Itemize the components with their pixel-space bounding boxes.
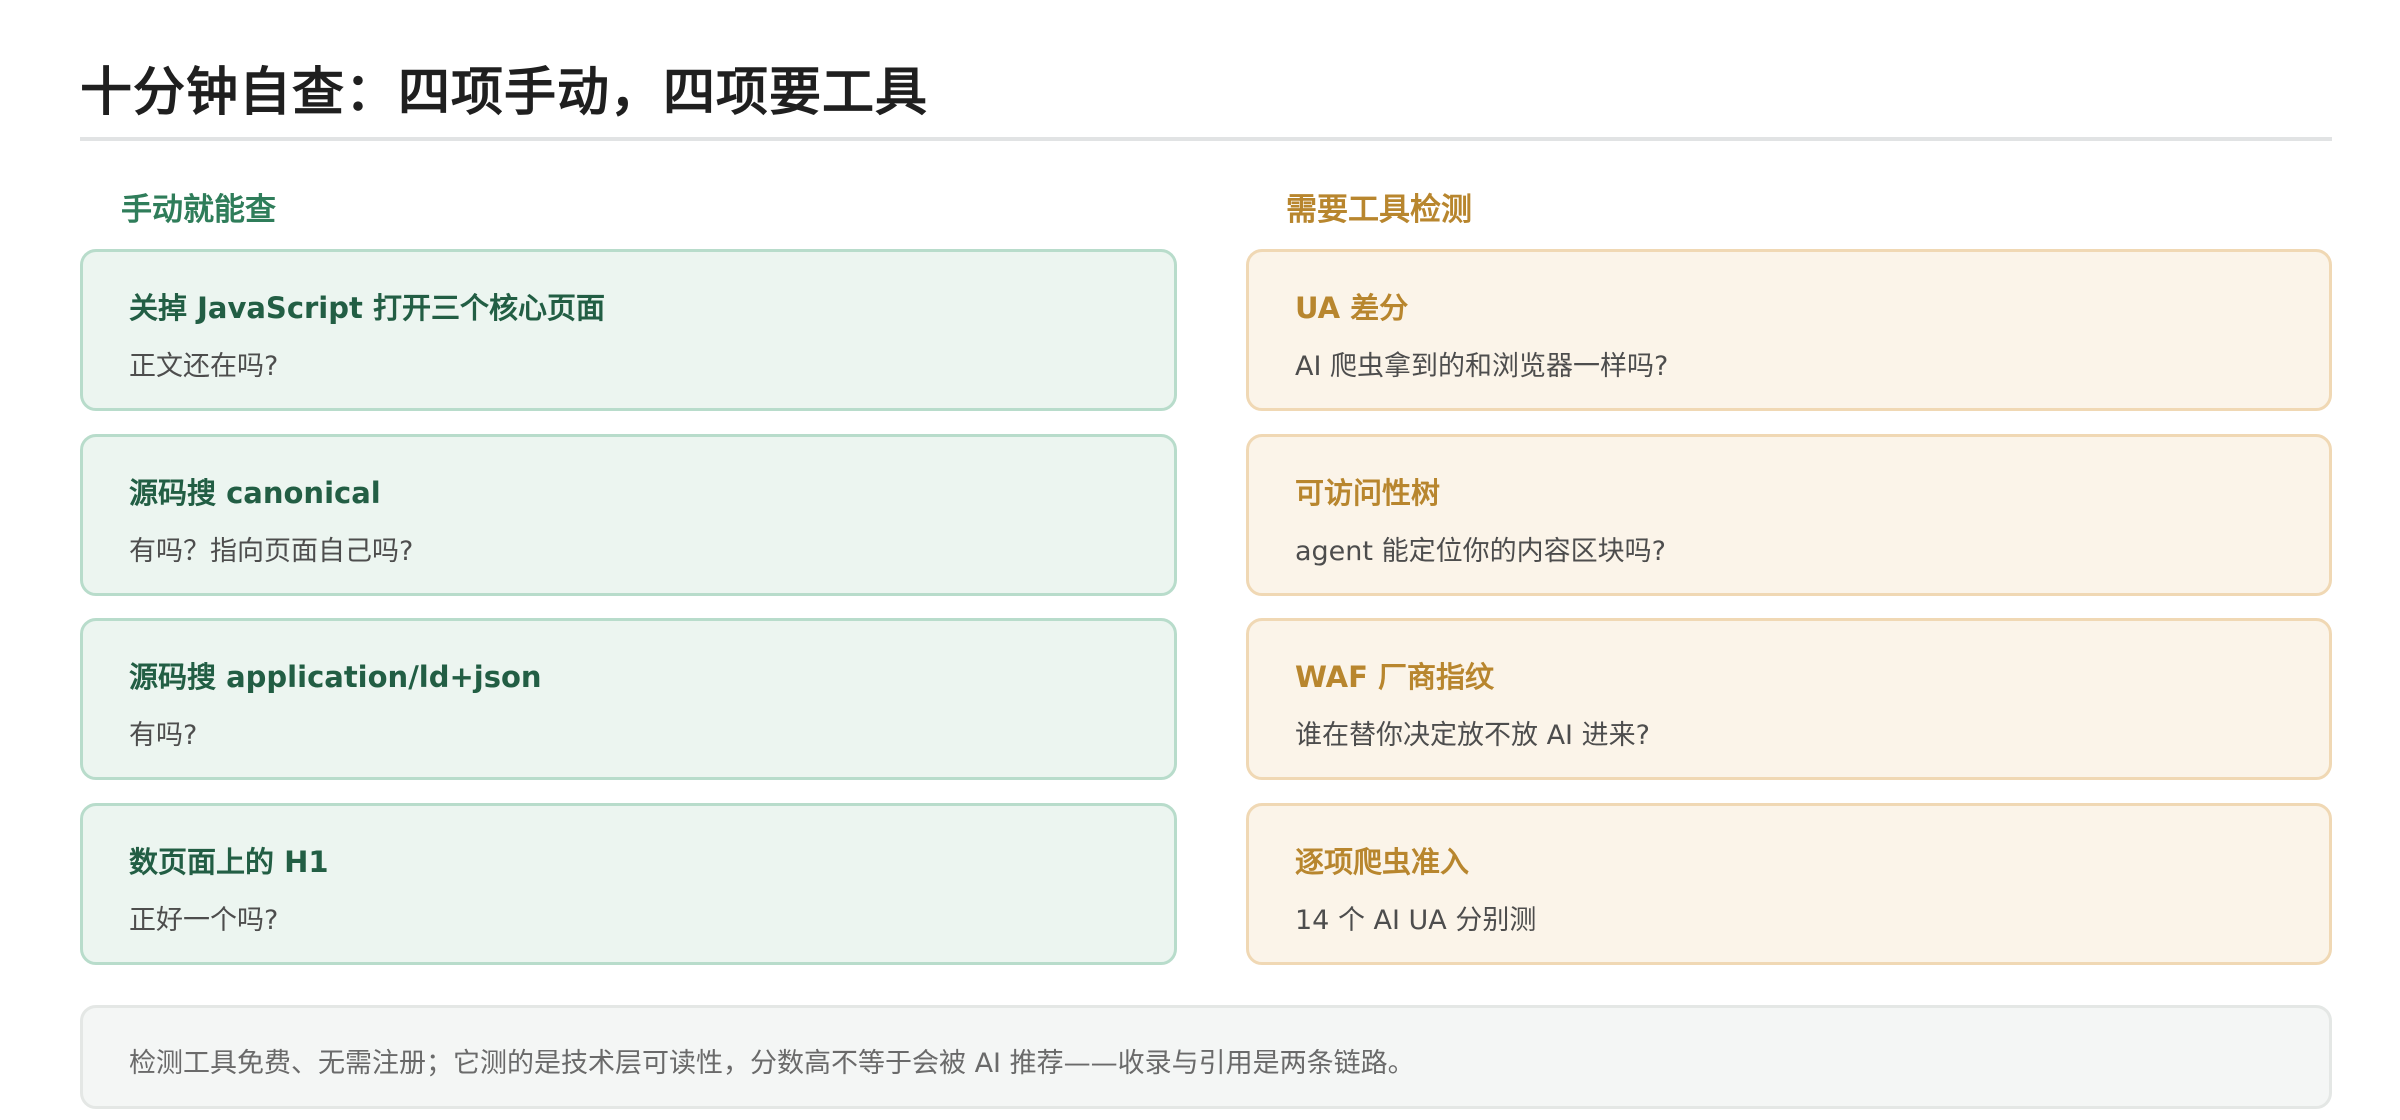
card-title: 逐项爬虫准入 [1295,845,1470,879]
tool-check-card-crawler-access: 逐项爬虫准入 14 个 AI UA 分别测 [1246,803,2332,965]
card-description: 正文还在吗? [129,351,279,382]
card-description: 谁在替你决定放不放 AI 进来? [1295,720,1650,751]
card-description: agent 能定位你的内容区块吗? [1295,536,1666,567]
page-title: 十分钟自查：四项手动，四项要工具 [80,63,929,123]
manual-check-card-js-off: 关掉 JavaScript 打开三个核心页面 正文还在吗? [80,249,1177,411]
manual-check-card-ld-json: 源码搜 application/ld+json 有吗? [80,618,1177,780]
card-description: 有吗? [129,720,198,751]
card-title: 数页面上的 H1 [129,845,329,879]
tool-check-card-waf-fingerprint: WAF 厂商指纹 谁在替你决定放不放 AI 进来? [1246,618,2332,780]
card-title: WAF 厂商指纹 [1295,660,1495,694]
card-description: AI 爬虫拿到的和浏览器一样吗? [1295,351,1669,382]
card-title: 关掉 JavaScript 打开三个核心页面 [129,291,605,325]
card-title: 源码搜 canonical [129,476,381,510]
card-title: 源码搜 application/ld+json [129,660,542,694]
manual-column-header: 手动就能查 [121,192,276,228]
footer-note-box: 检测工具免费、无需注册；它测的是技术层可读性，分数高不等于会被 AI 推荐——收… [80,1005,2332,1109]
manual-check-card-h1: 数页面上的 H1 正好一个吗? [80,803,1177,965]
card-title: UA 差分 [1295,291,1409,325]
tools-column-header: 需要工具检测 [1286,192,1472,228]
card-title: 可访问性树 [1295,476,1441,510]
tool-check-card-ua-diff: UA 差分 AI 爬虫拿到的和浏览器一样吗? [1246,249,2332,411]
footer-note: 检测工具免费、无需注册；它测的是技术层可读性，分数高不等于会被 AI 推荐——收… [129,1048,1415,1079]
card-description: 正好一个吗? [129,905,279,936]
card-description: 14 个 AI UA 分别测 [1295,905,1537,936]
manual-check-card-canonical: 源码搜 canonical 有吗？指向页面自己吗? [80,434,1177,596]
tool-check-card-accessibility-tree: 可访问性树 agent 能定位你的内容区块吗? [1246,434,2332,596]
card-description: 有吗？指向页面自己吗? [129,536,414,567]
title-divider [80,137,2332,141]
page: 十分钟自查：四项手动，四项要工具 手动就能查 需要工具检测 关掉 JavaScr… [0,0,2400,1120]
